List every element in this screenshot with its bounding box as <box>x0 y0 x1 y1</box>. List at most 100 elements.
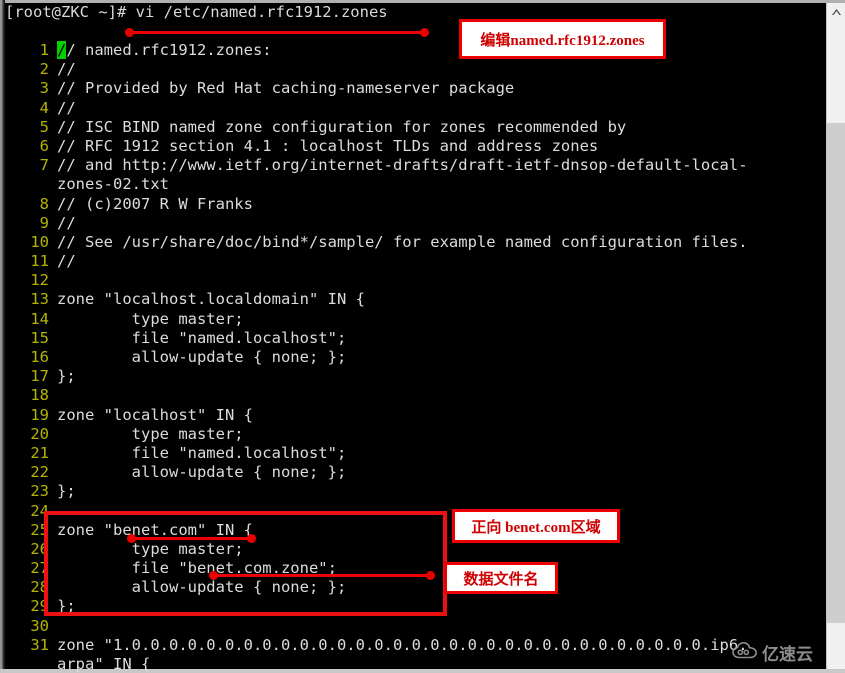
vertical-scrollbar[interactable] <box>826 3 845 669</box>
line-number <box>5 655 49 673</box>
command-underline-marker <box>125 28 429 37</box>
line-number: 7 <box>39 156 49 175</box>
line-number: 10 <box>30 232 49 251</box>
line-text: // <box>57 213 76 232</box>
line-number: 3 <box>39 79 49 98</box>
line-number: 31 <box>30 635 49 654</box>
line-number: 24 <box>30 501 49 520</box>
editor-line[interactable]: 26 type master; <box>5 540 827 559</box>
editor-line[interactable]: 7 // and http://www.ietf.org/internet-dra… <box>5 156 827 175</box>
editor-line[interactable]: 18 <box>5 386 827 405</box>
editor-line[interactable]: 4 // <box>5 99 827 118</box>
line-text: }; <box>57 367 76 386</box>
line-text: // <box>57 98 76 117</box>
editor-line[interactable]: 16 allow-update { none; }; <box>5 348 827 367</box>
line-text: // Provided by Red Hat caching-nameserve… <box>57 79 515 98</box>
editor-line[interactable]: 10 // See /usr/share/doc/bind*/sample/ fo… <box>5 233 827 252</box>
line-text: }; <box>57 482 76 501</box>
line-text: arpa" IN { <box>57 655 151 673</box>
editor-line[interactable]: arpa" IN { <box>5 655 827 673</box>
editor-line[interactable]: 21 file "named.localhost"; <box>5 444 827 463</box>
editor-line[interactable]: 30 <box>5 617 827 636</box>
line-number: 18 <box>30 386 49 405</box>
line-number: 21 <box>30 443 49 462</box>
line-number: 9 <box>39 213 49 232</box>
line-text: file "named.localhost"; <box>57 328 347 347</box>
editor-line[interactable]: 5 // ISC BIND named zone configuration fo… <box>5 118 827 137</box>
line-text: zone "1.0.0.0.0.0.0.0.0.0.0.0.0.0.0.0.0.… <box>57 635 748 654</box>
line-text: // ISC BIND named zone configuration for… <box>57 117 627 136</box>
line-number: 29 <box>30 597 49 616</box>
line-number: 19 <box>30 405 49 424</box>
line-number: 20 <box>30 424 49 443</box>
line-text: file "named.localhost"; <box>57 443 347 462</box>
line-text: allow-update { none; }; <box>57 578 347 597</box>
line-number: 2 <box>39 60 49 79</box>
editor-line[interactable]: 2 // <box>5 60 827 79</box>
line-text: // See /usr/share/doc/bind*/sample/ for … <box>57 232 748 251</box>
vi-editor-buffer[interactable]: 1 // named.rfc1912.zones: 2 // 3 // Provided … <box>5 41 827 673</box>
editor-line[interactable]: 22 allow-update { none; }; <box>5 463 827 482</box>
marker-dot-left <box>209 571 218 580</box>
editor-line[interactable]: 3 // Provided by Red Hat caching-nameserv… <box>5 79 827 98</box>
line-text: // <box>57 252 76 271</box>
line-number: 14 <box>30 309 49 328</box>
editor-line[interactable]: 19 zone "localhost" IN { <box>5 406 827 425</box>
editor-line[interactable]: 31 zone "1.0.0.0.0.0.0.0.0.0.0.0.0.0.0.0.… <box>5 636 827 655</box>
line-number: 25 <box>30 520 49 539</box>
editor-line[interactable]: 8 // (c)2007 R W Franks <box>5 195 827 214</box>
marker-dot-left <box>127 534 136 543</box>
line-text: }; <box>57 597 76 616</box>
editor-line[interactable]: 20 type master; <box>5 425 827 444</box>
line-text: allow-update { none; }; <box>57 463 347 482</box>
scroll-up-arrow-icon[interactable] <box>827 3 845 20</box>
editor-line[interactable]: 17}; <box>5 367 827 386</box>
line-text: zone "localhost.localdomain" IN { <box>57 290 365 309</box>
line-number: 16 <box>30 348 49 366</box>
annotation-forward-zone: 正向 benet.com区域 <box>452 509 620 543</box>
editor-line[interactable]: 24 <box>5 502 827 521</box>
annotation-data-file-name: 数据文件名 <box>444 562 558 594</box>
editor-line[interactable]: 1 // named.rfc1912.zones: <box>5 41 827 60</box>
watermark-text: 亿速云 <box>762 645 813 665</box>
zone-name-underline-marker <box>127 534 256 543</box>
watermark: 亿速云 <box>732 640 813 665</box>
scrollbar-track[interactable] <box>827 623 845 669</box>
cloud-icon <box>732 641 758 663</box>
editor-line[interactable]: 28 allow-update { none; }; <box>5 578 827 597</box>
editor-line[interactable]: 6 // RFC 1912 section 4.1 : localhost TLD… <box>5 137 827 156</box>
editor-line[interactable]: 12 <box>5 271 827 290</box>
line-text: // (c)2007 R W Franks <box>57 194 253 213</box>
line-text: // RFC 1912 section 4.1 : localhost TLDs… <box>57 136 599 155</box>
line-number: 28 <box>30 578 49 597</box>
line-text: type master; <box>57 309 244 328</box>
editor-line[interactable]: 14 type master; <box>5 310 827 329</box>
line-number: 30 <box>30 616 49 635</box>
line-number: 4 <box>39 98 49 117</box>
editor-line[interactable]: 29}; <box>5 597 827 616</box>
editor-line[interactable]: zones-02.txt <box>5 175 827 194</box>
editor-line[interactable]: 13 zone "localhost.localdomain" IN { <box>5 290 827 309</box>
line-number: 11 <box>30 252 49 271</box>
line-text: type master; <box>57 539 244 558</box>
line-number: 17 <box>30 367 49 386</box>
editor-line[interactable]: 11 // <box>5 252 827 271</box>
marker-dot-right <box>247 534 256 543</box>
marker-dot-left <box>125 28 134 37</box>
line-text: // named.rfc1912.zones: <box>57 41 272 59</box>
terminal-window: [root@ZKC ~]# vi /etc/named.rfc1912.zone… <box>0 0 845 673</box>
line-number: 8 <box>39 194 49 213</box>
scrollbar-thumb[interactable] <box>827 123 845 623</box>
line-number: 13 <box>30 290 49 309</box>
text-cursor: / <box>57 41 67 59</box>
file-name-underline-marker <box>209 571 435 580</box>
marker-dot-right <box>426 571 435 580</box>
line-text: zone "localhost" IN { <box>57 405 253 424</box>
editor-line[interactable]: 9 // <box>5 214 827 233</box>
editor-line[interactable]: 23}; <box>5 482 827 501</box>
line-number: 12 <box>30 271 49 290</box>
line-text: // and http://www.ietf.org/internet-draf… <box>57 156 748 175</box>
editor-line[interactable]: 15 file "named.localhost"; <box>5 329 827 348</box>
line-number: 27 <box>30 559 49 578</box>
line-text: zones-02.txt <box>57 175 169 194</box>
